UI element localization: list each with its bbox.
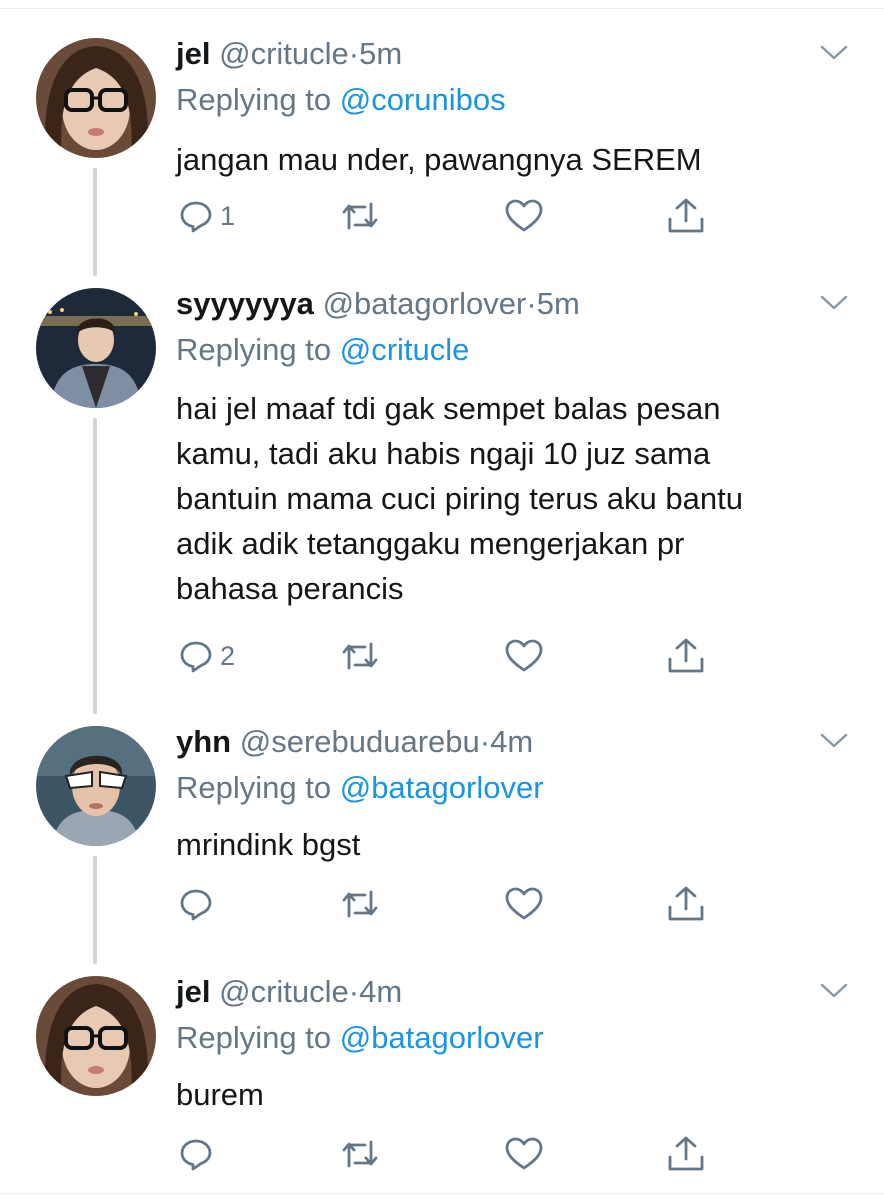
avatar[interactable] [36,38,156,158]
retweet-button[interactable] [340,1134,380,1174]
tweet-text-line: bantuin mama cuci piring terus aku bantu [176,481,743,516]
like-button[interactable] [504,884,544,924]
display-name[interactable]: jel [176,974,210,1009]
reply-icon [178,198,214,234]
heart-icon [504,886,544,922]
tweet-text: burem [176,1072,856,1117]
heart-icon [504,1136,544,1172]
username[interactable]: @batagorlover [323,286,527,321]
reply-count: 1 [220,200,236,231]
timestamp[interactable]: 5m [537,286,580,321]
tweet-text-line: bahasa perancis [176,571,404,606]
share-button[interactable] [666,1134,706,1174]
tweet[interactable]: yhn @serebuduarebu·4m Replying to @batag… [0,720,884,940]
like-button[interactable] [504,636,544,676]
tweet-text-line: hai jel maaf tdi gak sempet balas pesan [176,391,721,426]
separator-dot: · [526,286,537,321]
top-divider [0,0,884,9]
tweet-text: jangan mau nder, pawangnya SEREM [176,137,856,182]
reply-count: 2 [220,640,236,671]
share-icon [666,885,706,923]
chevron-down-icon[interactable] [818,726,850,754]
replying-to: Replying to @batagorlover [176,766,544,810]
retweet-icon [340,198,380,234]
share-icon [666,1135,706,1173]
share-button[interactable] [666,636,706,676]
like-button[interactable] [504,1134,544,1174]
tweet[interactable]: jel @critucle·4m Replying to @batagorlov… [0,970,884,1190]
tweet-text: hai jel maaf tdi gak sempet balas pesan … [176,386,856,611]
tweet-text-line: kamu, tadi aku habis ngaji 10 juz sama [176,436,711,471]
chevron-down-icon[interactable] [818,288,850,316]
timestamp[interactable]: 4m [359,974,402,1009]
timestamp[interactable]: 4m [490,724,533,759]
reply-icon [178,638,214,674]
replying-to-handle[interactable]: @critucle [340,332,470,367]
share-button[interactable] [666,884,706,924]
display-name[interactable]: syyyyyya [176,286,314,321]
tweet-header: syyyyyya @batagorlover·5m [176,282,580,326]
tweet-text-line: mrindink bgst [176,827,361,862]
reply-button[interactable] [178,1134,220,1174]
separator-dot: · [479,724,491,759]
username[interactable]: @critucle [219,974,349,1009]
replying-to-handle[interactable]: @batagorlover [340,1020,544,1055]
replying-to: Replying to @batagorlover [176,1016,544,1060]
tweet-text: mrindink bgst [176,822,856,867]
replying-to-handle[interactable]: @corunibos [340,82,506,117]
tweet-text-line: jangan mau nder, pawangnya SEREM [176,142,702,177]
retweet-icon [340,886,380,922]
display-name[interactable]: yhn [176,724,231,759]
replying-to-label: Replying to [176,770,332,805]
reply-button[interactable] [178,884,220,924]
tweet-header: jel @critucle·4m [176,970,402,1014]
separator-dot: · [348,36,360,71]
chevron-down-icon[interactable] [818,38,850,66]
avatar[interactable] [36,726,156,846]
reply-button[interactable]: 2 [178,636,235,676]
avatar[interactable] [36,976,156,1096]
share-button[interactable] [666,196,706,236]
tweet[interactable]: syyyyyya @batagorlover·5m Replying to @c… [0,282,884,702]
avatar[interactable] [36,288,156,408]
retweet-button[interactable] [340,884,380,924]
replying-to-handle[interactable]: @batagorlover [340,770,544,805]
replying-to: Replying to @critucle [176,328,469,372]
reply-icon [178,1136,214,1172]
share-icon [666,637,706,675]
timestamp[interactable]: 5m [359,36,402,71]
chevron-down-icon[interactable] [818,976,850,1004]
bottom-divider [0,1193,884,1200]
display-name[interactable]: jel [176,36,210,71]
separator-dot: · [348,974,360,1009]
username[interactable]: @critucle [219,36,349,71]
retweet-icon [340,1136,380,1172]
username[interactable]: @serebuduarebu [240,724,480,759]
tweet-text-line: adik adik tetanggaku mengerjakan pr [176,526,685,561]
replying-to-label: Replying to [176,332,332,367]
retweet-button[interactable] [340,196,380,236]
heart-icon [504,198,544,234]
reply-icon [178,886,214,922]
like-button[interactable] [504,196,544,236]
tweet-text-line: burem [176,1077,264,1112]
tweet[interactable]: jel @critucle·5m Replying to @corunibos … [0,32,884,252]
retweet-icon [340,638,380,674]
tweet-header: yhn @serebuduarebu·4m [176,720,533,764]
replying-to-label: Replying to [176,82,332,117]
heart-icon [504,638,544,674]
reply-button[interactable]: 1 [178,196,235,236]
replying-to-label: Replying to [176,1020,332,1055]
tweet-header: jel @critucle·5m [176,32,402,76]
retweet-button[interactable] [340,636,380,676]
share-icon [666,197,706,235]
replying-to: Replying to @corunibos [176,78,506,122]
